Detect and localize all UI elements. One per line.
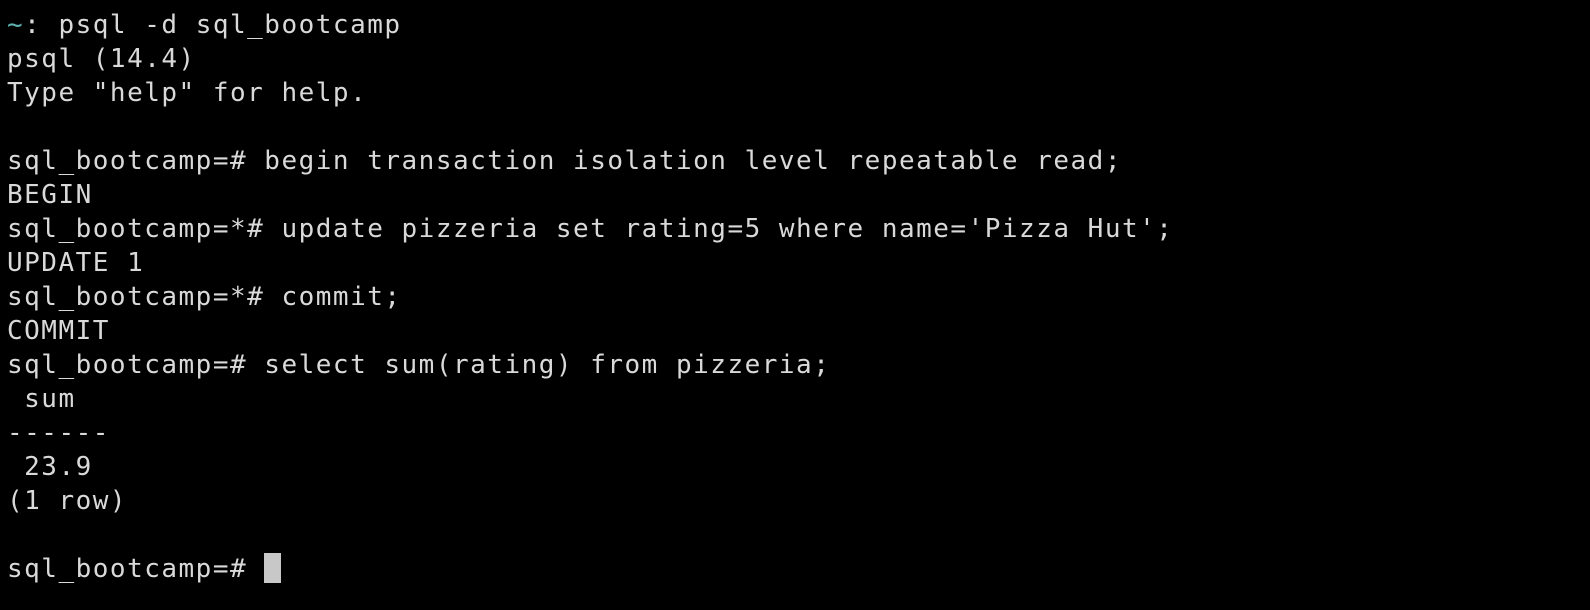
- terminal-line: sql_bootcamp=*# update pizzeria set rati…: [7, 214, 1174, 244]
- result-separator: ------: [7, 418, 110, 448]
- shell-command: : psql -d sql_bootcamp: [24, 10, 402, 40]
- terminal-line: COMMIT: [7, 316, 110, 346]
- terminal-line: ~: psql -d sql_bootcamp: [7, 8, 1590, 42]
- terminal-line: Type "help" for help.: [7, 78, 368, 108]
- terminal-window[interactable]: ~: psql -d sql_bootcamp psql (14.4) Type…: [0, 0, 1590, 610]
- terminal-line: UPDATE 1: [7, 248, 145, 278]
- terminal-line: sql_bootcamp=# begin transaction isolati…: [7, 146, 1122, 176]
- prompt-line[interactable]: sql_bootcamp=#: [7, 552, 1590, 586]
- home-dir-tilde: ~: [7, 10, 25, 40]
- prompt: sql_bootcamp=#: [7, 554, 265, 584]
- result-header: sum: [7, 384, 76, 414]
- terminal-line: psql (14.4): [7, 44, 196, 74]
- cursor-block: [264, 553, 282, 583]
- result-value: 23.9: [7, 452, 93, 482]
- terminal-line: sql_bootcamp=*# commit;: [7, 282, 402, 312]
- row-count: (1 row): [7, 486, 128, 516]
- terminal-line: BEGIN: [7, 180, 93, 210]
- terminal-line: sql_bootcamp=# select sum(rating) from p…: [7, 350, 831, 380]
